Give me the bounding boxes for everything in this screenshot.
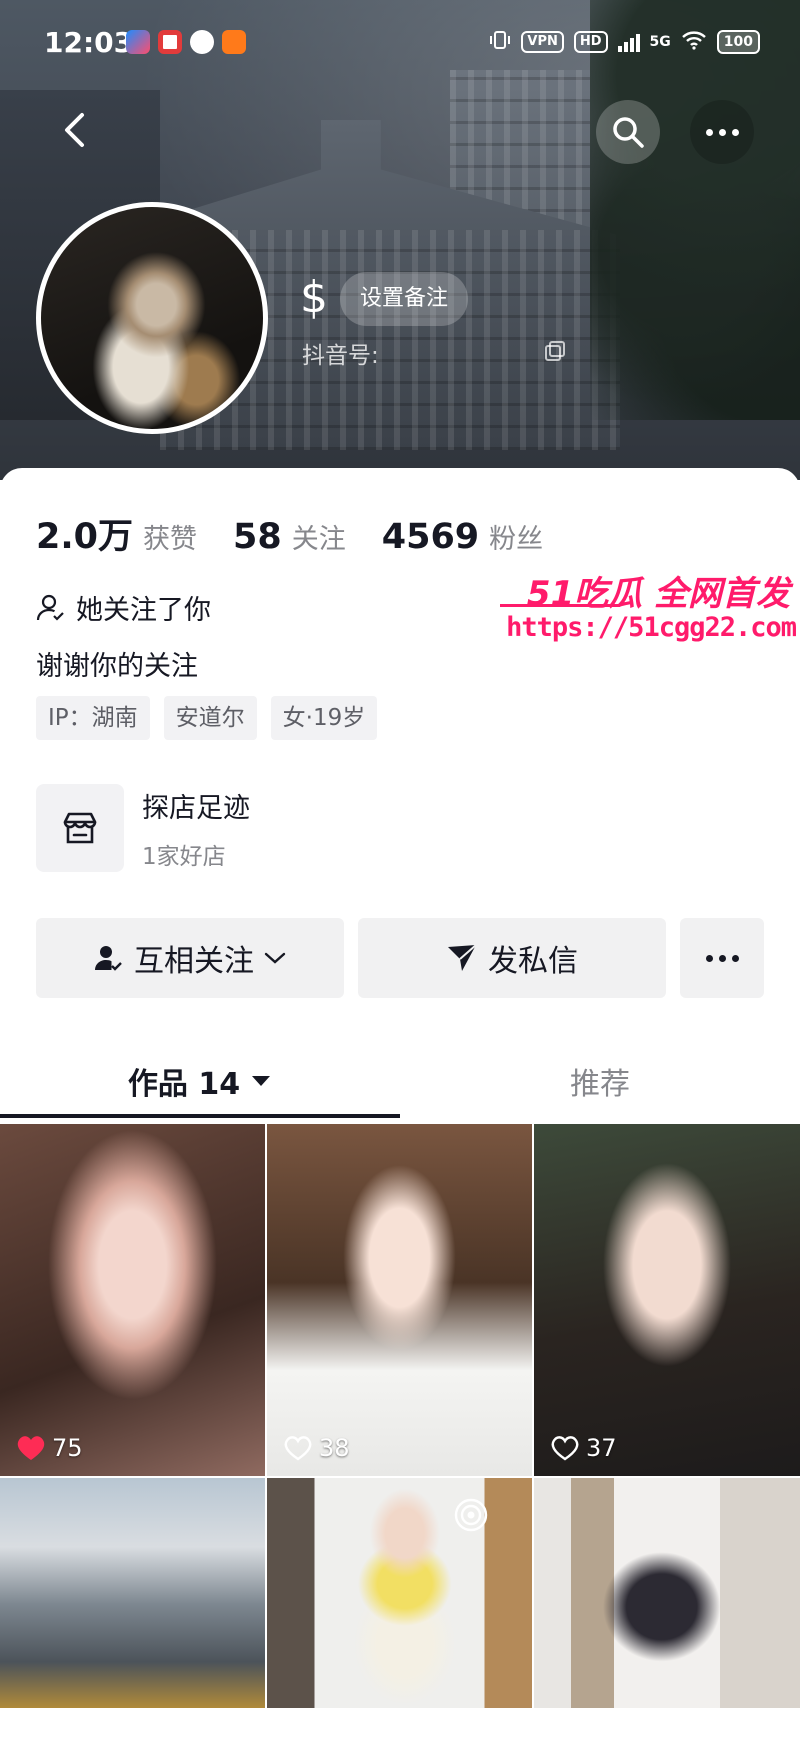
region-tag: 安道尔: [163, 696, 257, 740]
status-time: 12:03: [44, 26, 134, 59]
vpn-badge: VPN: [521, 31, 564, 53]
app-notification-icon: [126, 30, 150, 54]
like-count-value: 38: [319, 1434, 350, 1462]
tab-works[interactable]: 作品 14: [0, 1048, 400, 1114]
watermark-url: https://51cgg22.com: [506, 612, 797, 643]
following-label[interactable]: 关注: [292, 517, 346, 556]
shop-footprint-entry[interactable]: 探店足迹 1家好店: [36, 784, 250, 872]
heart-filled-icon: [17, 1436, 45, 1460]
network-type: 5G: [649, 34, 671, 50]
watermark: 51吃瓜 全网首发 https://51cgg22.com: [500, 566, 800, 662]
video-grid: 75 38 37: [0, 1124, 800, 1708]
map-notification-icon: [158, 30, 182, 54]
likes-count: 2.0万: [36, 517, 134, 557]
active-tab-indicator: [0, 1114, 400, 1118]
tab-works-label: 作品 14: [127, 1067, 241, 1102]
shop-title: 探店足迹: [142, 792, 250, 824]
search-icon: [613, 117, 644, 148]
profile-bio: 谢谢你的关注: [36, 651, 198, 682]
video-thumbnail[interactable]: [267, 1478, 532, 1708]
content-tabs: 作品 14 推荐: [0, 1048, 800, 1118]
following-count[interactable]: 58: [233, 517, 282, 557]
signal-icon: [617, 32, 640, 52]
ip-location-tag: IP：湖南: [36, 696, 150, 740]
hd-badge: HD: [573, 31, 608, 53]
live-indicator-icon: [454, 1498, 488, 1532]
chevron-left-icon: [65, 113, 84, 147]
user-check-icon: [95, 946, 122, 971]
app2-notification-icon: [222, 30, 246, 54]
followers-label[interactable]: 粉丝: [489, 517, 543, 556]
set-remark-button[interactable]: 设置备注: [340, 272, 469, 326]
video-thumbnail[interactable]: [0, 1478, 265, 1708]
status-indicators: VPN HD 5G 100: [489, 30, 760, 54]
video-thumbnail[interactable]: 38: [267, 1124, 532, 1476]
action-buttons: 互相关注 发私信: [36, 918, 764, 998]
caret-down-icon: [252, 1076, 271, 1086]
more-dot: [718, 128, 726, 136]
more-options-button[interactable]: [690, 100, 754, 164]
send-icon: [448, 944, 477, 971]
user-check-icon: [36, 594, 64, 621]
chevron-down-icon: [264, 952, 286, 964]
copy-icon[interactable]: [544, 340, 566, 362]
more-dot: [731, 128, 739, 136]
tab-recommend[interactable]: 推荐: [400, 1048, 800, 1114]
more-dot: [731, 954, 739, 962]
shop-text: 探店足迹 1家好店: [142, 786, 250, 871]
avatar[interactable]: [36, 202, 268, 434]
gender-age-tag: 女·19岁: [270, 696, 378, 740]
vibrate-icon: [489, 30, 511, 54]
back-button[interactable]: [44, 100, 104, 160]
like-count: 37: [550, 1434, 617, 1462]
video-thumbnail[interactable]: 37: [534, 1124, 800, 1476]
mutual-follow-button[interactable]: 互相关注: [36, 918, 344, 998]
heart-outline-icon: [284, 1436, 312, 1461]
profile-stats: 2.0万 获赞 58 关注 4569 粉丝: [36, 508, 579, 559]
follows-you-text: 她关注了你: [76, 595, 211, 626]
like-count: 38: [283, 1434, 350, 1462]
video-thumbnail[interactable]: 75: [0, 1124, 265, 1476]
wifi-icon: [681, 30, 707, 54]
more-actions-button[interactable]: [680, 918, 764, 998]
heart-outline-icon: [551, 1436, 579, 1461]
video-thumbnail[interactable]: [534, 1478, 800, 1708]
notification-icons: [126, 30, 246, 54]
like-count-value: 37: [586, 1434, 617, 1462]
follows-you-indicator: 她关注了你: [36, 588, 211, 627]
more-dot: [718, 954, 726, 962]
status-bar: 12:03 VPN HD 5G 100: [0, 0, 800, 86]
mutual-follow-label: 互相关注: [134, 944, 254, 979]
douyin-id-label: 抖音号:: [302, 343, 379, 369]
more-dot: [705, 954, 713, 962]
profile-tags: IP：湖南 安道尔 女·19岁: [36, 696, 378, 740]
shop-subtitle: 1家好店: [142, 843, 226, 870]
battery-indicator: 100: [716, 30, 760, 54]
wechat-notification-icon: [190, 30, 214, 54]
like-count: 75: [16, 1434, 83, 1462]
like-count-value: 75: [52, 1434, 83, 1462]
followers-count[interactable]: 4569: [382, 517, 479, 557]
dollar-icon: $: [300, 272, 328, 323]
likes-label: 获赞: [143, 524, 198, 555]
send-message-label: 发私信: [488, 944, 578, 979]
send-message-button[interactable]: 发私信: [358, 918, 666, 998]
search-button[interactable]: [596, 100, 660, 164]
more-dot: [705, 128, 713, 136]
watermark-brand: 51吃瓜 全网首发: [526, 574, 790, 614]
shop-icon: [36, 784, 124, 872]
